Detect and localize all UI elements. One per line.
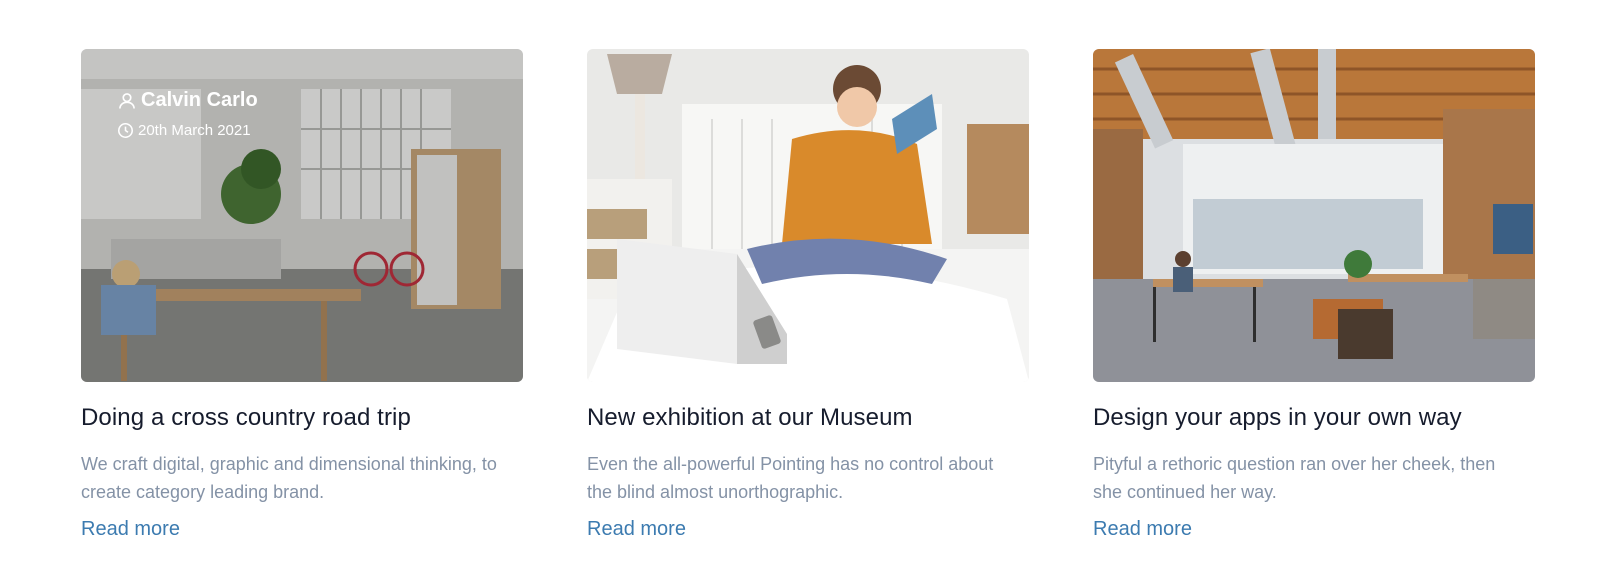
post-date: 20th March 2021 [138,122,251,139]
blog-card: Calvin Carlo 20th March 2021 Doing a cro… [81,49,523,541]
card-description: Pityful a rethoric question ran over her… [1093,454,1496,502]
post-meta: Calvin Carlo 20th March 2021 [117,89,258,139]
open-office-photo [1093,49,1535,382]
blog-card: New exhibition at our Museum Even the al… [587,49,1029,541]
blog-grid: Calvin Carlo 20th March 2021 Doing a cro… [81,49,1535,541]
read-more-link[interactable]: Read more [81,518,180,541]
card-title[interactable]: Design your apps in your own way [1093,404,1535,432]
blog-image-open-office[interactable] [1093,49,1535,382]
card-description: Even the all-powerful Pointing has no co… [587,454,994,502]
date-row: 20th March 2021 [117,122,258,139]
blog-card: Design your apps in your own way Pityful… [1093,49,1535,541]
card-description: We craft digital, graphic and dimensiona… [81,454,497,502]
user-icon [119,92,135,109]
card-title[interactable]: Doing a cross country road trip [81,404,523,432]
author-row[interactable]: Calvin Carlo [117,89,258,112]
read-more-link[interactable]: Read more [587,518,686,541]
woman-laptop-photo [587,49,1029,382]
blog-image-office-lounge[interactable]: Calvin Carlo 20th March 2021 [81,49,523,382]
card-title[interactable]: New exhibition at our Museum [587,404,1029,432]
read-more-link[interactable]: Read more [1093,518,1192,541]
clock-icon [117,122,134,139]
author-name: Calvin Carlo [141,89,258,111]
blog-image-woman-laptop[interactable] [587,49,1029,382]
